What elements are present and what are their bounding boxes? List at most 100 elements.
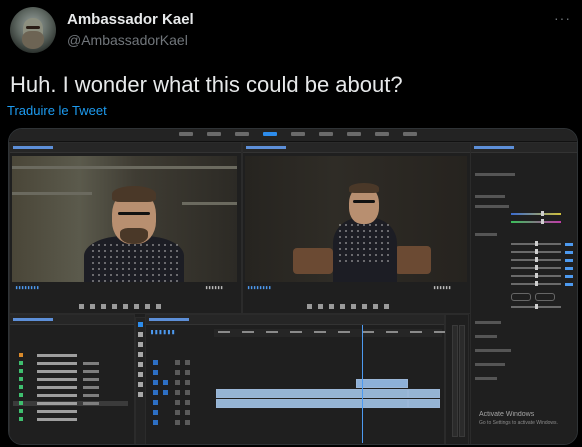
project-item[interactable] [13,417,128,422]
temperature-slider[interactable] [511,213,561,215]
lock-icon[interactable] [175,370,180,375]
insert-icon[interactable] [134,303,139,309]
mark-in-icon[interactable] [79,303,84,309]
track-header-a3[interactable] [149,409,211,417]
step-forward-icon[interactable] [351,303,356,309]
project-item[interactable] [13,361,128,366]
track-header-v3[interactable] [149,359,211,367]
lock-icon[interactable] [175,390,180,395]
section-hsl[interactable] [475,363,505,366]
mute-icon[interactable] [185,390,190,395]
section-color-wheels[interactable] [475,349,511,352]
slider-value[interactable] [565,251,573,254]
track-header-v1[interactable] [149,379,211,387]
hand-tool-icon[interactable] [138,382,143,387]
display-name[interactable]: Ambassador Kael [67,11,194,28]
tweet-media-screenshot[interactable]: ▮▮▮▮▮▮▮▮ ▮▮▮▮▮▮ ▮▮▮▮▮▮▮▮ ▮▮▮▮▮▮ ▮▮▮▮▮▮ A… [8,128,578,445]
avatar[interactable] [10,7,56,53]
extract-icon[interactable] [373,303,378,309]
slider-value[interactable] [565,243,573,246]
overwrite-icon[interactable] [145,303,150,309]
project-item[interactable] [13,385,128,390]
auto-button[interactable] [535,293,555,301]
track-select-tool-icon[interactable] [138,332,143,337]
source-transport-controls[interactable] [79,301,161,311]
slip-tool-icon[interactable] [138,362,143,367]
slider-knob[interactable] [535,257,538,262]
mute-icon[interactable] [185,400,190,405]
type-tool-icon[interactable] [138,392,143,397]
slider-value[interactable] [565,275,573,278]
step-forward-icon[interactable] [123,303,128,309]
mark-in-icon[interactable] [307,303,312,309]
lock-icon[interactable] [175,410,180,415]
step-back-icon[interactable] [101,303,106,309]
export-frame-icon[interactable] [384,303,389,309]
tint-slider[interactable] [511,221,561,223]
mute-icon[interactable] [185,410,190,415]
user-handle[interactable]: @AmbassadorKael [67,32,188,48]
slider-value[interactable] [565,259,573,262]
slider-value[interactable] [565,267,573,270]
play-icon[interactable] [112,303,117,309]
timeline-ruler[interactable] [214,329,446,337]
eye-icon[interactable] [185,360,190,365]
project-item[interactable] [13,353,128,358]
track-target-icon[interactable] [153,360,158,365]
translate-link[interactable]: Traduire le Tweet [7,103,107,118]
track-target-icon[interactable] [153,410,158,415]
source-patch-icon[interactable] [163,380,168,385]
audio-clip[interactable] [216,399,408,408]
more-horizontal-icon[interactable]: ··· [554,10,571,26]
track-header-v2[interactable] [149,369,211,377]
slider-value[interactable] [565,283,573,286]
track-target-icon[interactable] [153,420,158,425]
track-target-icon[interactable] [153,400,158,405]
play-icon[interactable] [340,303,345,309]
project-item[interactable] [13,369,128,374]
slider-knob[interactable] [535,304,538,309]
track-target-icon[interactable] [153,390,158,395]
track-target-icon[interactable] [153,370,158,375]
slider-knob[interactable] [535,241,538,246]
slider-knob[interactable] [535,265,538,270]
video-clip[interactable] [356,379,408,388]
reset-button[interactable] [511,293,531,301]
slider-knob[interactable] [541,219,544,224]
mute-icon[interactable] [185,420,190,425]
mark-out-icon[interactable] [318,303,323,309]
source-patch-icon[interactable] [163,390,168,395]
step-back-icon[interactable] [329,303,334,309]
lift-icon[interactable] [362,303,367,309]
section-vignette[interactable] [475,377,497,380]
audio-clip[interactable] [216,389,408,398]
audio-clip[interactable] [408,399,440,408]
timeline-timecode[interactable]: ▮▮▮▮▮▮ [150,328,175,337]
lock-icon[interactable] [175,380,180,385]
selection-tool-icon[interactable] [138,322,143,327]
eye-icon[interactable] [185,370,190,375]
slider-knob[interactable] [535,281,538,286]
slider-knob[interactable] [535,273,538,278]
lock-icon[interactable] [175,420,180,425]
slider-knob[interactable] [535,249,538,254]
mark-out-icon[interactable] [90,303,95,309]
export-frame-icon[interactable] [156,303,161,309]
ripple-edit-tool-icon[interactable] [138,342,143,347]
razor-tool-icon[interactable] [138,352,143,357]
section-creative[interactable] [475,321,501,324]
project-item[interactable] [13,409,128,414]
track-header-a2[interactable] [149,399,211,407]
track-header-a1[interactable] [149,389,211,397]
project-item[interactable] [13,377,128,382]
eye-icon[interactable] [185,380,190,385]
project-item[interactable] [13,393,128,398]
track-header-a4[interactable] [149,419,211,427]
pen-tool-icon[interactable] [138,372,143,377]
section-curves[interactable] [475,335,497,338]
lock-icon[interactable] [175,360,180,365]
playhead[interactable] [362,325,363,443]
project-item-selected[interactable] [13,401,128,406]
lock-icon[interactable] [175,400,180,405]
program-transport-controls[interactable] [307,301,389,311]
